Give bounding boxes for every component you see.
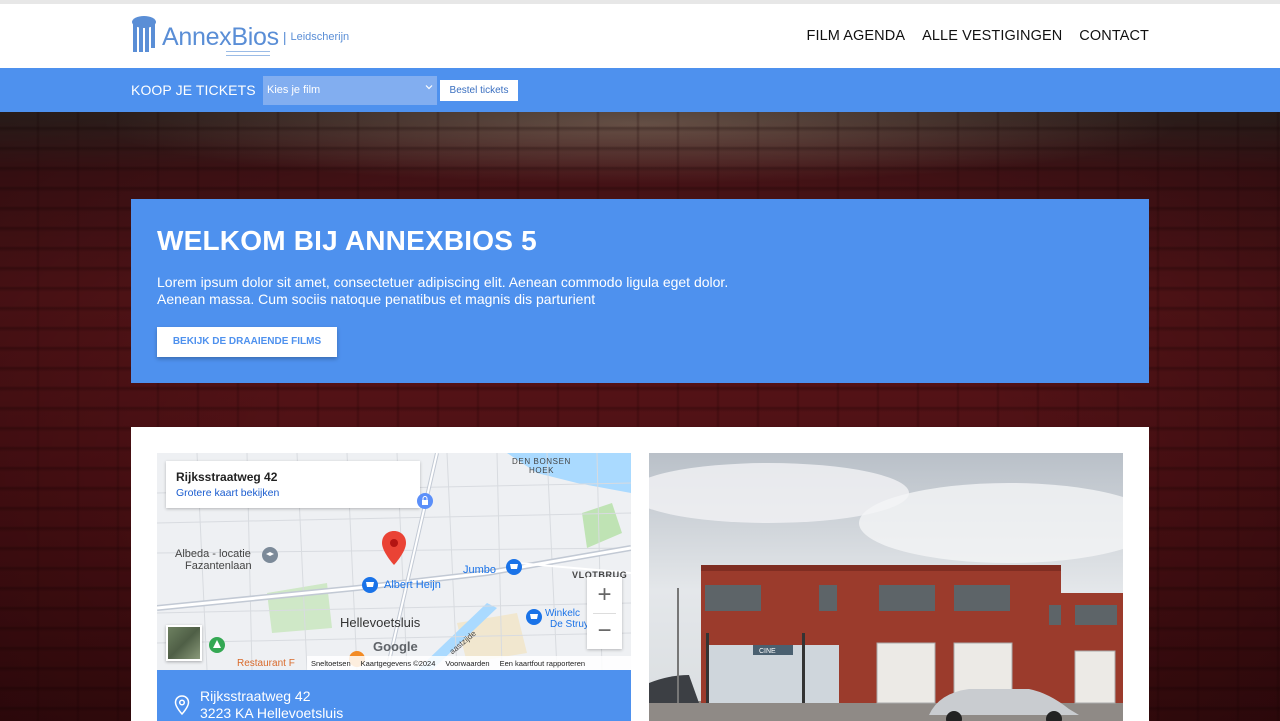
map-marker-icon bbox=[174, 695, 190, 715]
address-city: 3223 KA Hellevoetsluis bbox=[200, 705, 344, 721]
logo-location: Leidscherijn bbox=[290, 31, 350, 43]
nav-alle-vestigingen[interactable]: ALLE VESTIGINGEN bbox=[922, 28, 1062, 44]
popcorn-logo-icon bbox=[132, 16, 156, 52]
welcome-text: Lorem ipsum dolor sit amet, consectetuer… bbox=[157, 274, 729, 307]
map-label-albeda: Albeda - locatie bbox=[175, 548, 251, 560]
order-tickets-button[interactable]: Bestel tickets bbox=[440, 80, 518, 101]
logo-text: AnnexBios bbox=[162, 22, 279, 51]
address-street: Rijksstraatweg 42 bbox=[200, 688, 311, 704]
map-label-restaurant: Restaurant F bbox=[237, 658, 295, 669]
map-footer-terms[interactable]: Voorwaarden bbox=[445, 659, 489, 668]
map-label-winkelcentrum: Winkelc bbox=[545, 608, 581, 619]
school-poi-icon bbox=[262, 547, 278, 563]
lock-poi-icon bbox=[417, 493, 433, 509]
map-label-fazantenlaan: Fazantenlaan bbox=[185, 560, 252, 572]
welcome-panel: WELKOM BIJ ANNEXBIOS 5 Lorem ipsum dolor… bbox=[131, 199, 1149, 383]
map-footer-report[interactable]: Een kaartfout rapporteren bbox=[500, 659, 585, 668]
cinema-building-photo: CINE bbox=[649, 453, 1123, 721]
main-nav: FILM AGENDA ALLE VESTIGINGEN CONTACT bbox=[807, 28, 1150, 44]
logo-separator: | bbox=[282, 29, 287, 45]
film-select[interactable]: Kies je film bbox=[263, 76, 437, 105]
map-footer-shortcuts[interactable]: Sneltoetsen bbox=[311, 659, 351, 668]
map-label-hoek: HOEK bbox=[529, 466, 555, 475]
address-panel: Rijksstraatweg 42 3223 KA Hellevoetsluis bbox=[157, 670, 631, 721]
zoom-out-button[interactable]: − bbox=[587, 613, 622, 649]
nav-contact[interactable]: CONTACT bbox=[1079, 28, 1149, 44]
welcome-title: WELKOM BIJ ANNEXBIOS 5 bbox=[157, 225, 537, 256]
location-pin-icon[interactable] bbox=[382, 531, 406, 565]
shop-winkelcentrum-icon bbox=[526, 609, 542, 625]
map-footer-data: Kaartgegevens ©2024 bbox=[360, 658, 436, 668]
larger-map-link[interactable]: Grotere kaart bekijken bbox=[176, 487, 410, 499]
building-illustration: CINE bbox=[649, 453, 1123, 721]
zoom-controls: + − bbox=[587, 577, 622, 649]
film-select-value: Kies je film bbox=[267, 84, 321, 96]
site-header: AnnexBios | Leidscherijn FILM AGENDA ALL… bbox=[0, 0, 1280, 68]
zoom-in-button[interactable]: + bbox=[587, 577, 622, 613]
cinema-sign: CINE bbox=[759, 648, 776, 655]
ticket-bar-label: KOOP JE TICKETS bbox=[131, 82, 256, 98]
hero-background: WELKOM BIJ ANNEXBIOS 5 Lorem ipsum dolor… bbox=[0, 112, 1280, 721]
map-info-box: Rijksstraatweg 42 Grotere kaart bekijken bbox=[166, 461, 420, 508]
google-logo: Google bbox=[373, 639, 418, 654]
logo-underline bbox=[226, 51, 270, 56]
map-label-den-bonsen: DEN BONSEN bbox=[512, 457, 571, 466]
shop-albert-heijn-icon bbox=[362, 577, 378, 593]
map-info-address: Rijksstraatweg 42 bbox=[176, 470, 278, 484]
ticket-bar: KOOP JE TICKETS Kies je film Bestel tick… bbox=[0, 68, 1280, 112]
map-embed[interactable]: Rijksstraatweg 42 Grotere kaart bekijken… bbox=[157, 453, 631, 670]
logo[interactable]: AnnexBios | Leidscherijn bbox=[131, 12, 349, 58]
location-card: Rijksstraatweg 42 Grotere kaart bekijken… bbox=[131, 427, 1149, 721]
chevron-down-icon bbox=[425, 85, 433, 90]
map-footer: Sneltoetsen Kaartgegevens ©2024 Voorwaar… bbox=[307, 656, 631, 670]
map-label-jumbo: Jumbo bbox=[463, 564, 497, 576]
park-poi-icon bbox=[209, 637, 225, 653]
view-films-button[interactable]: BEKIJK DE DRAAIENDE FILMS bbox=[157, 327, 337, 357]
satellite-toggle[interactable] bbox=[166, 625, 202, 661]
nav-film-agenda[interactable]: FILM AGENDA bbox=[807, 28, 906, 44]
map-label-albert-heijn: Albert Heijn bbox=[384, 579, 441, 591]
shop-jumbo-icon bbox=[506, 559, 522, 575]
map-label-de-struy: De Struy bbox=[550, 619, 589, 630]
zoom-divider bbox=[593, 613, 616, 614]
map-label-hellevoetsluis: Hellevoetsluis bbox=[340, 615, 421, 630]
